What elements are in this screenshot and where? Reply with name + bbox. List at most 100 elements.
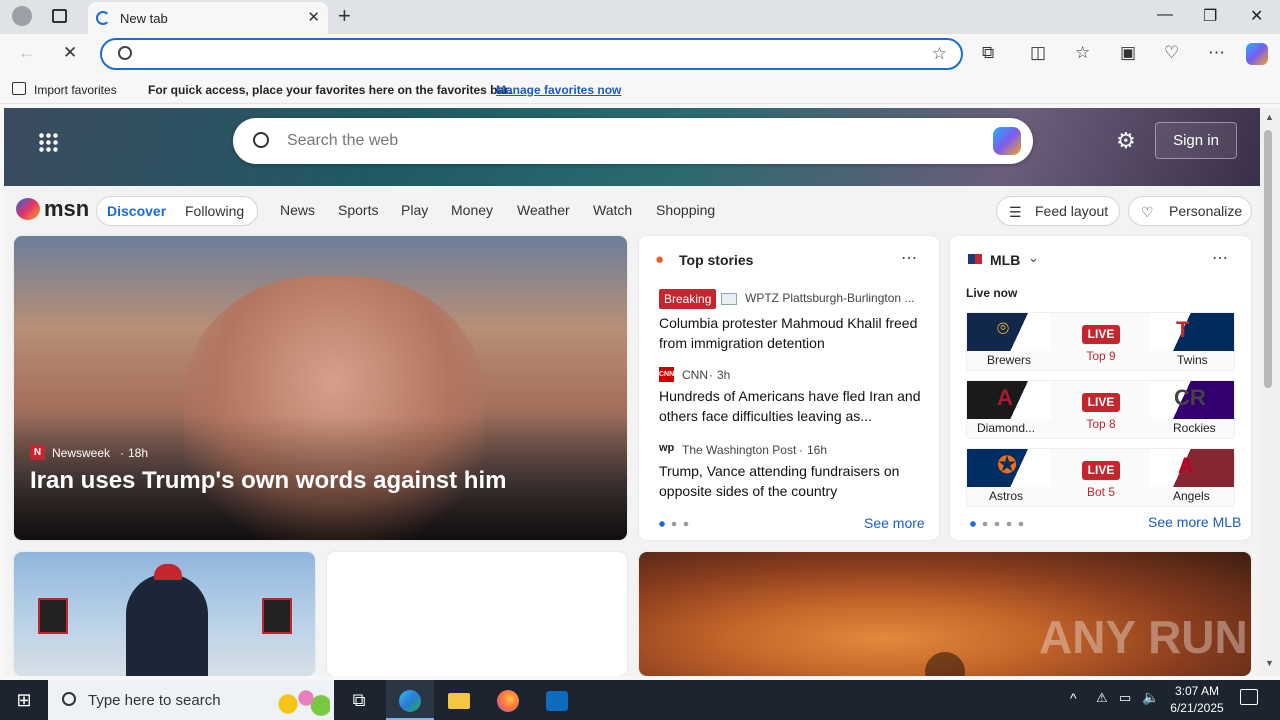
mlb-logo-icon [968, 254, 982, 264]
carousel-dots[interactable] [659, 521, 699, 527]
live-now-label: Live now [966, 286, 1018, 300]
settings-gear-icon[interactable]: ⚙ [1116, 128, 1136, 154]
task-view-icon[interactable]: ⧉ [335, 680, 383, 720]
game-row[interactable]: ✪ A Astros Angels LIVE Bot 5 [966, 448, 1235, 507]
flame-icon: ● [655, 251, 665, 268]
personalize-label: Personalize [1169, 203, 1243, 219]
story-headline[interactable]: Trump, Vance attending fundraisers on op… [659, 461, 927, 501]
breaking-badge: Breaking [659, 289, 717, 309]
volume-icon[interactable]: 🔈 [1142, 689, 1159, 706]
wptz-icon [721, 293, 737, 305]
nav-money[interactable]: Money [451, 202, 493, 218]
game-inning: Bot 5 [1086, 485, 1116, 499]
restore-button[interactable]: ❐ [1203, 6, 1217, 26]
story-age: 16h [807, 443, 828, 457]
import-favorites-icon [12, 82, 26, 95]
carousel-dots[interactable] [970, 521, 1030, 527]
profile-icon[interactable] [12, 6, 32, 26]
sign-in-button[interactable]: Sign in [1155, 122, 1237, 159]
tab-actions-icon[interactable] [52, 9, 67, 23]
nav-play[interactable]: Play [401, 202, 428, 218]
apps-launcher-icon[interactable] [38, 132, 58, 152]
mlb-title[interactable]: MLB [990, 252, 1020, 268]
search-icon [62, 692, 76, 706]
tab-close-button[interactable]: ✕ [307, 8, 320, 26]
split-screen-icon[interactable]: ◫ [1030, 43, 1046, 63]
game-row[interactable]: ⌾ T Brewers Twins LIVE Top 9 [966, 312, 1235, 371]
import-favorites-button[interactable]: Import favorites [34, 83, 117, 97]
story-card-empty[interactable] [327, 552, 627, 676]
file-explorer-icon[interactable] [435, 680, 483, 720]
see-more-link[interactable]: See more [864, 515, 925, 531]
story-headline[interactable]: Columbia protester Mahmoud Khalil freed … [659, 313, 927, 353]
msn-logo-icon[interactable] [16, 198, 40, 220]
clock-time[interactable]: 3:07 AM [1172, 684, 1222, 698]
feed-layout-button[interactable]: ☰ Feed layout [996, 196, 1120, 226]
scroll-up-icon[interactable]: ▲ [1265, 112, 1274, 122]
angels-logo-icon: A [1150, 449, 1234, 487]
nav-news[interactable]: News [280, 202, 315, 218]
windows-start-icon[interactable]: ⊞ [0, 680, 48, 720]
more-options-icon[interactable]: ⋯ [901, 248, 917, 268]
favorites-icon[interactable]: ☆ [1075, 43, 1090, 63]
game-inning: Top 9 [1086, 349, 1116, 363]
collections-icon[interactable]: ▣ [1120, 43, 1136, 63]
page-scrollbar[interactable]: ▲ ▼ [1260, 108, 1280, 676]
hero-source: Newsweek [52, 446, 111, 460]
taskbar-search-box[interactable]: Type here to search [48, 680, 334, 720]
tab-discover[interactable]: Discover [107, 197, 166, 225]
hero-story-card[interactable]: N Newsweek · 18h Iran uses Trump's own w… [14, 236, 627, 540]
web-search-input[interactable] [287, 130, 947, 152]
stop-icon[interactable]: ✕ [63, 43, 77, 63]
extensions-icon[interactable]: ⧉ [982, 43, 994, 63]
browser-essentials-icon[interactable]: ♡ [1164, 43, 1179, 63]
msn-logo[interactable]: msn [44, 196, 89, 222]
red-cap [154, 564, 182, 580]
story-headline[interactable]: Hundreds of Americans have fled Iran and… [659, 386, 927, 426]
aurora-banner: ⚙ Sign in [4, 108, 1260, 186]
tab-new-tab[interactable]: New tab ✕ [88, 2, 328, 34]
outlook-icon[interactable] [533, 680, 581, 720]
story-source: CNN [682, 368, 708, 382]
live-badge: LIVE [1082, 393, 1120, 412]
chevron-down-icon[interactable]: ⌄ [1028, 250, 1039, 266]
network-alert-icon[interactable]: ⚠ [1096, 690, 1108, 706]
show-hidden-icons[interactable]: ^ [1070, 690, 1077, 706]
more-options-icon[interactable]: ⋯ [1212, 248, 1228, 268]
notifications-icon[interactable] [1240, 689, 1258, 705]
manage-favorites-link[interactable]: Manage favorites now [496, 83, 621, 97]
edge-taskbar-icon[interactable] [386, 680, 434, 720]
network-icon[interactable]: ▭ [1119, 690, 1131, 706]
sliders-icon: ☰ [1009, 204, 1022, 220]
game-row[interactable]: A CR Diamond... Rockies LIVE Top 8 [966, 380, 1235, 439]
minimize-button[interactable]: — [1157, 6, 1173, 24]
copilot-icon[interactable] [993, 127, 1021, 155]
see-more-mlb-link[interactable]: See more MLB [1148, 514, 1241, 530]
settings-more-icon[interactable]: ⋯ [1208, 43, 1225, 63]
new-tab-button[interactable]: + [338, 3, 351, 29]
personalize-button[interactable]: ♡ Personalize [1128, 196, 1252, 226]
tab-following[interactable]: Following [185, 197, 244, 225]
story-card-food[interactable]: ANY RUN [639, 552, 1251, 676]
hero-headline[interactable]: Iran uses Trump's own words against him [30, 467, 506, 495]
nav-sports[interactable]: Sports [338, 202, 378, 218]
washington-post-icon: wp [659, 442, 675, 454]
address-input[interactable] [142, 44, 902, 64]
copilot-icon[interactable] [1246, 43, 1268, 65]
story-age: 3h [717, 368, 731, 382]
teleprompter-left [38, 598, 68, 634]
favorite-star-icon[interactable]: ☆ [932, 44, 947, 64]
back-icon[interactable]: ← [18, 43, 35, 63]
close-window-button[interactable]: ✕ [1250, 6, 1263, 26]
nav-shopping[interactable]: Shopping [656, 202, 715, 218]
web-search-box[interactable] [233, 118, 1033, 164]
nav-watch[interactable]: Watch [593, 202, 632, 218]
address-bar[interactable]: ☆ [100, 38, 963, 70]
play-button-icon[interactable] [925, 652, 965, 676]
scrollbar-thumb[interactable] [1264, 130, 1272, 388]
nav-weather[interactable]: Weather [517, 202, 570, 218]
clock-date[interactable]: 6/21/2025 [1167, 701, 1227, 715]
firefox-icon[interactable] [484, 680, 532, 720]
story-card-rally[interactable] [14, 552, 315, 676]
scroll-down-icon[interactable]: ▼ [1265, 658, 1274, 668]
